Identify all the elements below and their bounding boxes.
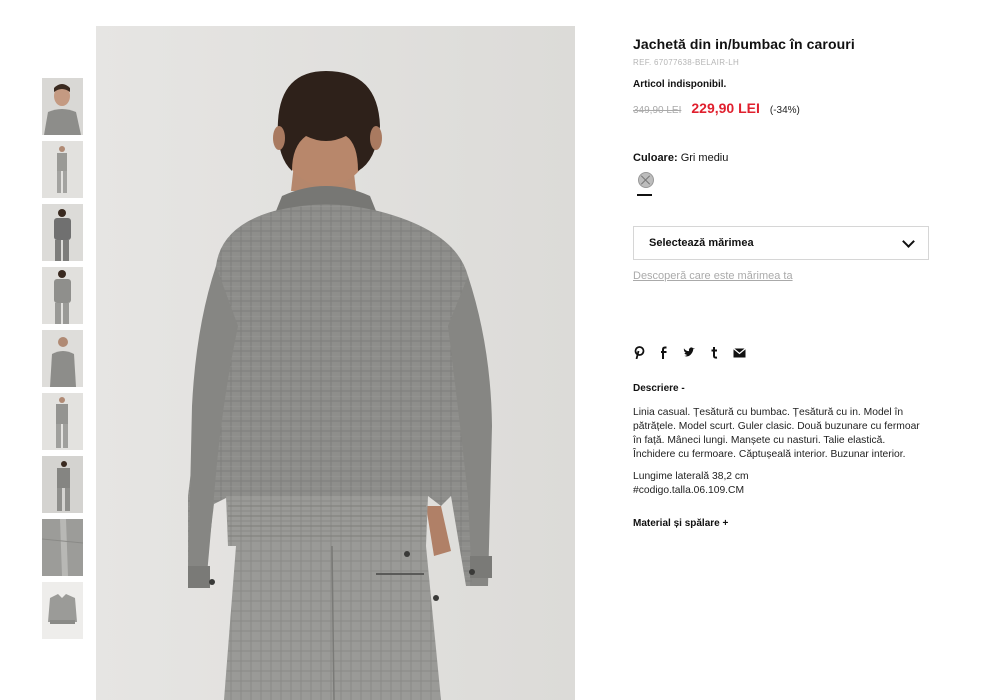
share-bar <box>633 346 933 359</box>
price-row: 349,90 LEI 229,90 LEI (-34%) <box>633 100 933 116</box>
description-text: Linia casual. Țesătură cu bumbac. Țesătu… <box>633 407 920 460</box>
selected-swatch-indicator <box>637 194 652 196</box>
color-label: Culoare: <box>633 152 678 164</box>
product-main-image[interactable] <box>96 26 575 700</box>
availability-status: Articol indisponibil. <box>633 79 727 90</box>
mail-icon[interactable] <box>733 346 746 359</box>
thumbnail-1[interactable] <box>42 78 83 135</box>
description-length: Lungime laterală 38,2 cm <box>633 471 749 482</box>
product-info: Jachetă din in/bumbac în carouri REF. 67… <box>633 36 933 529</box>
facebook-icon[interactable] <box>658 346 671 359</box>
old-price: 349,90 LEI <box>633 105 682 116</box>
size-dropdown-label: Selectează mărimea <box>649 237 754 249</box>
sale-price: 229,90 LEI <box>691 100 760 116</box>
color-value: Gri mediu <box>680 152 729 164</box>
thumbnail-9[interactable] <box>42 582 83 639</box>
color-selector: Culoare: Gri mediu <box>633 152 933 164</box>
thumbnail-8[interactable] <box>42 519 83 576</box>
thumbnail-gallery <box>42 78 84 645</box>
thumbnail-5[interactable] <box>42 330 83 387</box>
thumbnail-7[interactable] <box>42 456 83 513</box>
size-guide-link[interactable]: Descoperă care este mărimea ta <box>633 270 933 282</box>
product-ref: REF. 67077638-BELAIR-LH <box>633 58 740 67</box>
description-heading[interactable]: Descriere - <box>633 383 933 394</box>
thumbnail-3[interactable] <box>42 204 83 261</box>
discount-badge: (-34%) <box>769 105 800 116</box>
tumblr-icon[interactable] <box>708 346 721 359</box>
material-care-heading[interactable]: Material și spălare + <box>633 518 933 529</box>
pinterest-icon[interactable] <box>633 346 646 359</box>
color-swatch-gri-mediu[interactable] <box>638 172 654 188</box>
thumbnail-4[interactable] <box>42 267 83 324</box>
product-title: Jachetă din in/bumbac în carouri <box>633 36 855 52</box>
chevron-down-icon <box>902 234 915 248</box>
description-code: #codigo.talla.06.109.CM <box>633 485 745 496</box>
thumbnail-2[interactable] <box>42 141 83 198</box>
twitter-icon[interactable] <box>683 346 696 359</box>
thumbnail-6[interactable] <box>42 393 83 450</box>
size-dropdown[interactable]: Selectează mărimea <box>633 226 929 260</box>
